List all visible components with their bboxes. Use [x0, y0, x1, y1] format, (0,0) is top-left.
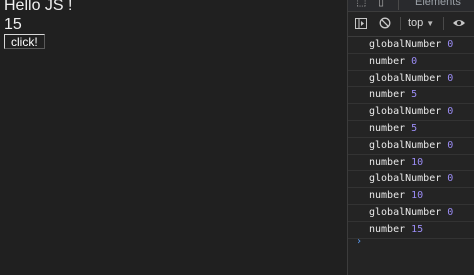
- console-log-value: 15: [411, 223, 424, 235]
- console-log-row: globalNumber 0: [348, 104, 474, 121]
- clear-console-icon[interactable]: [378, 16, 392, 30]
- console-log-label: globalNumber: [369, 72, 442, 84]
- console-log-value: 0: [447, 106, 454, 118]
- console-log-row: globalNumber 0: [348, 138, 474, 155]
- console-log-row: number 15: [348, 222, 474, 239]
- console-log-value: 0: [411, 55, 418, 67]
- console-log-value: 0: [447, 173, 454, 185]
- console-log-value: 5: [411, 89, 418, 101]
- inspect-element-icon[interactable]: ⬚: [356, 0, 366, 9]
- page-viewport: Hello JS ! 15 click!: [0, 0, 347, 275]
- counter-value: 15: [4, 16, 22, 33]
- console-log-label: number: [369, 122, 406, 134]
- console-log-row: number 10: [348, 155, 474, 172]
- console-log-value: 5: [411, 122, 418, 134]
- console-log-row: number 0: [348, 54, 474, 71]
- browser-window: Hello JS ! 15 click! ⬚ ▯ Elements top ▼ …: [0, 0, 474, 275]
- context-selector-label: top: [408, 17, 424, 29]
- console-log-row: globalNumber 0: [348, 205, 474, 222]
- console-log-value: 0: [447, 139, 454, 151]
- console-log-label: number: [369, 89, 406, 101]
- toolbar-separator: [400, 17, 401, 30]
- console-log-label: globalNumber: [369, 139, 442, 151]
- console-toolbar: top ▼: [348, 12, 474, 37]
- console-log-label: number: [369, 190, 406, 202]
- console-log-row: number 10: [348, 188, 474, 205]
- console-log-row: globalNumber 0: [348, 71, 474, 88]
- tab-separator: [398, 0, 399, 10]
- context-selector[interactable]: top ▼: [408, 17, 434, 30]
- console-log-label: globalNumber: [369, 39, 442, 50]
- console-log-row: number 5: [348, 87, 474, 105]
- devtools-tab-bar: ⬚ ▯ Elements: [348, 0, 474, 12]
- console-log-label: globalNumber: [369, 106, 442, 118]
- tab-elements[interactable]: Elements: [415, 0, 461, 9]
- console-log-value: 0: [447, 72, 454, 84]
- page-heading: Hello JS !: [4, 0, 73, 14]
- console-prompt[interactable]: ›: [356, 236, 362, 248]
- console-log-row: number 5: [348, 121, 474, 138]
- console-log-value: 10: [411, 190, 424, 202]
- console-log-label: number: [369, 55, 406, 67]
- chevron-down-icon: ▼: [426, 19, 435, 28]
- console-log-value: 10: [411, 156, 424, 168]
- console-log-row: globalNumber 0: [348, 37, 474, 54]
- eye-icon[interactable]: [452, 16, 466, 30]
- console-log-label: globalNumber: [369, 206, 442, 218]
- click-button[interactable]: click!: [4, 34, 45, 49]
- console-log-label: number: [369, 223, 406, 235]
- console-log-value: 0: [447, 206, 454, 218]
- console-log-label: number: [369, 156, 406, 168]
- device-toolbar-icon[interactable]: ▯: [378, 0, 384, 9]
- console-log-value: 0: [447, 39, 454, 50]
- console-output: globalNumber 0 number 0 globalNumber 0 number 5…: [348, 37, 474, 239]
- toolbar-separator: [443, 17, 444, 30]
- devtools-panel: ⬚ ▯ Elements top ▼ globalNumber 0 number…: [347, 0, 474, 275]
- sidebar-toggle-icon[interactable]: [354, 16, 368, 30]
- console-log-label: globalNumber: [369, 173, 442, 185]
- console-log-row: globalNumber 0: [348, 171, 474, 189]
